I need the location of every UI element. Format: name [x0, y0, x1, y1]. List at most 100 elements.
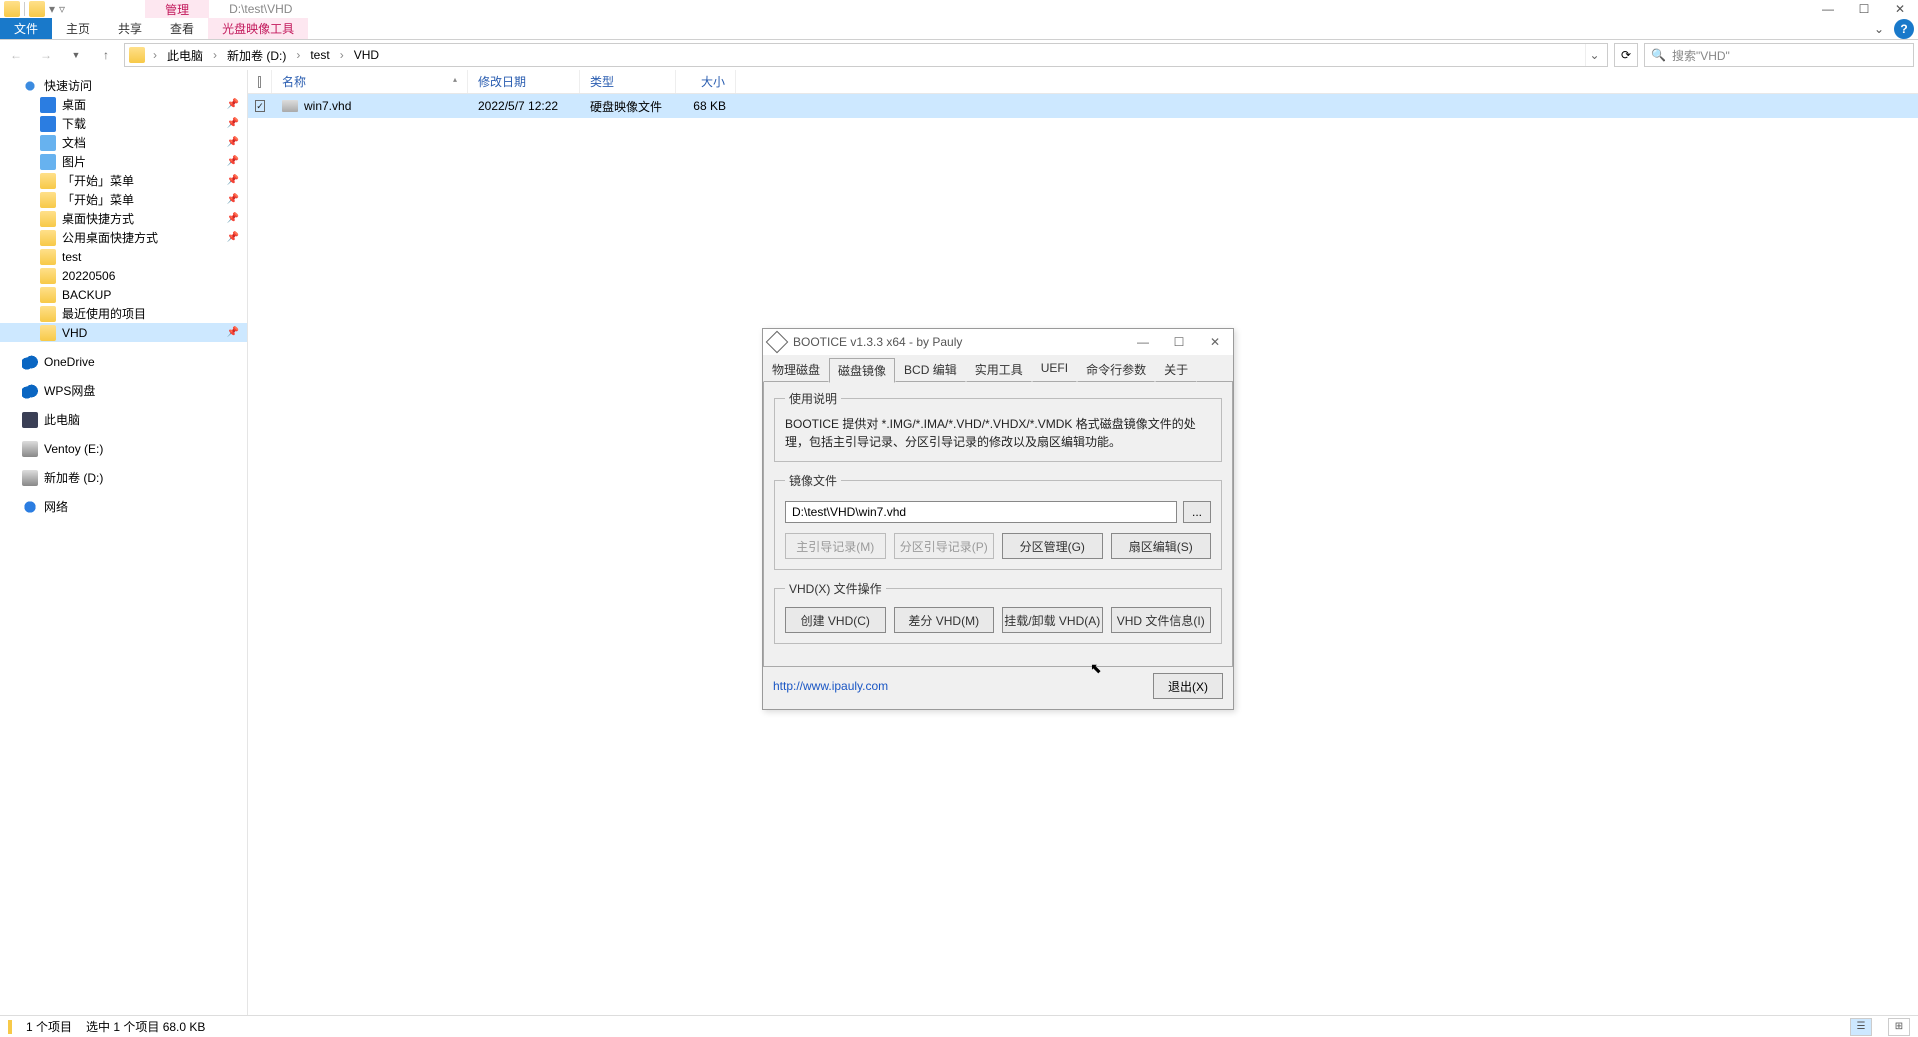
tree-quick-access[interactable]: 快速访问	[0, 76, 247, 95]
vhd-info-button[interactable]: VHD 文件信息(I)	[1111, 607, 1212, 633]
chevron-right-icon[interactable]: ›	[294, 48, 302, 62]
ribbon-tab-disc-image-tools[interactable]: 光盘映像工具	[208, 18, 308, 39]
usage-fieldset: 使用说明 BOOTICE 提供对 *.IMG/*.IMA/*.VHD/*.VHD…	[774, 390, 1222, 462]
sidebar-item[interactable]: BACKUP	[0, 285, 247, 304]
file-row[interactable]: ✓ win7.vhd 2022/5/7 12:22 硬盘映像文件 68 KB	[248, 94, 1918, 118]
ribbon-tab-file[interactable]: 文件	[0, 18, 52, 39]
tree-drive-ventoy[interactable]: Ventoy (E:)	[0, 439, 247, 458]
search-icon: 🔍	[1651, 48, 1666, 62]
dialog-minimize-button[interactable]: —	[1125, 329, 1161, 355]
ribbon-tab-view[interactable]: 查看	[156, 18, 208, 39]
select-all-checkbox[interactable]	[248, 70, 272, 93]
dialog-titlebar[interactable]: BOOTICE v1.3.3 x64 - by Pauly — ☐ ✕	[763, 329, 1233, 355]
tree-label: 公用桌面快捷方式	[62, 229, 158, 246]
pbr-button[interactable]: 分区引导记录(P)	[894, 533, 995, 559]
sidebar-item[interactable]: 图片📌	[0, 152, 247, 171]
back-button[interactable]: ←	[4, 43, 28, 67]
breadcrumb[interactable]: VHD	[348, 44, 385, 66]
folder-icon	[40, 268, 56, 284]
sidebar-item[interactable]: 文档📌	[0, 133, 247, 152]
mount-vhd-button[interactable]: 挂载/卸载 VHD(A)	[1002, 607, 1103, 633]
homepage-link[interactable]: http://www.ipauly.com	[773, 679, 888, 693]
sidebar-item[interactable]: test	[0, 247, 247, 266]
folder-icon	[40, 211, 56, 227]
create-vhd-button[interactable]: 创建 VHD(C)	[785, 607, 886, 633]
sidebar-item[interactable]: 「开始」菜单📌	[0, 190, 247, 209]
sidebar-item[interactable]: 下载📌	[0, 114, 247, 133]
browse-button[interactable]: ...	[1183, 501, 1211, 523]
sidebar-item[interactable]: 20220506	[0, 266, 247, 285]
refresh-button[interactable]: ⟳	[1614, 43, 1638, 67]
sidebar-item[interactable]: 桌面📌	[0, 95, 247, 114]
dialog-maximize-button[interactable]: ☐	[1161, 329, 1197, 355]
minimize-button[interactable]: —	[1810, 0, 1846, 18]
mbr-button[interactable]: 主引导记录(M)	[785, 533, 886, 559]
ribbon-tab-home[interactable]: 主页	[52, 18, 104, 39]
file-name-cell[interactable]: win7.vhd	[272, 94, 468, 118]
tree-network[interactable]: 网络	[0, 497, 247, 516]
column-type[interactable]: 类型	[580, 70, 676, 93]
diff-vhd-button[interactable]: 差分 VHD(M)	[894, 607, 995, 633]
breadcrumb[interactable]: 新加卷 (D:)	[221, 44, 292, 66]
dialog-tab-physical-disk[interactable]: 物理磁盘	[763, 357, 829, 382]
address-bar[interactable]: › 此电脑 › 新加卷 (D:) › test › VHD ⌄	[124, 43, 1608, 67]
sidebar-item[interactable]: 桌面快捷方式📌	[0, 209, 247, 228]
dialog-tab-bcd-edit[interactable]: BCD 编辑	[895, 357, 966, 382]
sidebar-item[interactable]: 最近使用的项目	[0, 304, 247, 323]
dialog-tab-tools[interactable]: 实用工具	[966, 357, 1032, 382]
doc-icon	[40, 135, 56, 151]
app-icon	[766, 331, 789, 354]
sector-edit-button[interactable]: 扇区编辑(S)	[1111, 533, 1212, 559]
exit-button[interactable]: 退出(X)	[1153, 673, 1223, 699]
ribbon-tab-share[interactable]: 共享	[104, 18, 156, 39]
address-dropdown-icon[interactable]: ⌄	[1585, 44, 1603, 66]
navigation-pane: 快速访问 桌面📌下载📌文档📌图片📌「开始」菜单📌「开始」菜单📌桌面快捷方式📌公用…	[0, 70, 248, 1015]
tree-label: 新加卷 (D:)	[44, 469, 103, 486]
column-size[interactable]: 大小	[676, 70, 736, 93]
qat-dropdown-icon[interactable]: ▾	[49, 2, 55, 16]
chevron-right-icon[interactable]: ›	[211, 48, 219, 62]
breadcrumb[interactable]: 此电脑	[161, 44, 209, 66]
selection-info: 选中 1 个项目 68.0 KB	[86, 1018, 205, 1035]
file-date-cell: 2022/5/7 12:22	[468, 94, 580, 118]
forward-button[interactable]: →	[34, 43, 58, 67]
folder-icon	[129, 47, 145, 63]
sidebar-item[interactable]: VHD📌	[0, 323, 247, 342]
large-icons-view-button[interactable]: ⊞	[1888, 1018, 1910, 1036]
details-view-button[interactable]: ☰	[1850, 1018, 1872, 1036]
breadcrumb[interactable]: test	[304, 44, 335, 66]
dialog-tab-about[interactable]: 关于	[1155, 357, 1197, 382]
chevron-right-icon[interactable]: ›	[338, 48, 346, 62]
row-checkbox[interactable]: ✓	[248, 94, 272, 118]
sidebar-item[interactable]: 「开始」菜单📌	[0, 171, 247, 190]
recent-locations-dropdown[interactable]: ▼	[64, 43, 88, 67]
up-button[interactable]: ↑	[94, 43, 118, 67]
ribbon-collapse-icon[interactable]: ⌄	[1868, 18, 1890, 39]
image-path-input[interactable]	[785, 501, 1177, 523]
partition-mgmt-button[interactable]: 分区管理(G)	[1002, 533, 1103, 559]
usage-legend: 使用说明	[785, 390, 841, 407]
chevron-right-icon[interactable]: ›	[151, 48, 159, 62]
dialog-tab-disk-image[interactable]: 磁盘镜像	[829, 358, 895, 383]
tree-onedrive[interactable]: OneDrive	[0, 352, 247, 371]
tree-label: 桌面快捷方式	[62, 210, 134, 227]
qat-overflow-icon[interactable]: ▿	[59, 2, 65, 16]
sidebar-item[interactable]: 公用桌面快捷方式📌	[0, 228, 247, 247]
column-name[interactable]: 名称▴	[272, 70, 468, 93]
tree-drive-d[interactable]: 新加卷 (D:)	[0, 468, 247, 487]
tree-this-pc[interactable]: 此电脑	[0, 410, 247, 429]
column-date[interactable]: 修改日期	[468, 70, 580, 93]
file-size-cell: 68 KB	[676, 94, 736, 118]
maximize-button[interactable]: ☐	[1846, 0, 1882, 18]
dialog-close-button[interactable]: ✕	[1197, 329, 1233, 355]
tree-label: OneDrive	[44, 355, 95, 369]
help-icon[interactable]: ?	[1894, 19, 1914, 39]
tree-wps[interactable]: WPS网盘	[0, 381, 247, 400]
dialog-tab-uefi[interactable]: UEFI	[1032, 357, 1077, 382]
folder-icon[interactable]	[29, 1, 45, 17]
dialog-tab-cli[interactable]: 命令行参数	[1077, 357, 1155, 382]
search-box[interactable]: 🔍 搜索"VHD"	[1644, 43, 1914, 67]
close-button[interactable]: ✕	[1882, 0, 1918, 18]
status-bar: 1 个项目 选中 1 个项目 68.0 KB ☰ ⊞	[0, 1015, 1918, 1037]
window-title-path: D:\test\VHD	[229, 2, 292, 16]
